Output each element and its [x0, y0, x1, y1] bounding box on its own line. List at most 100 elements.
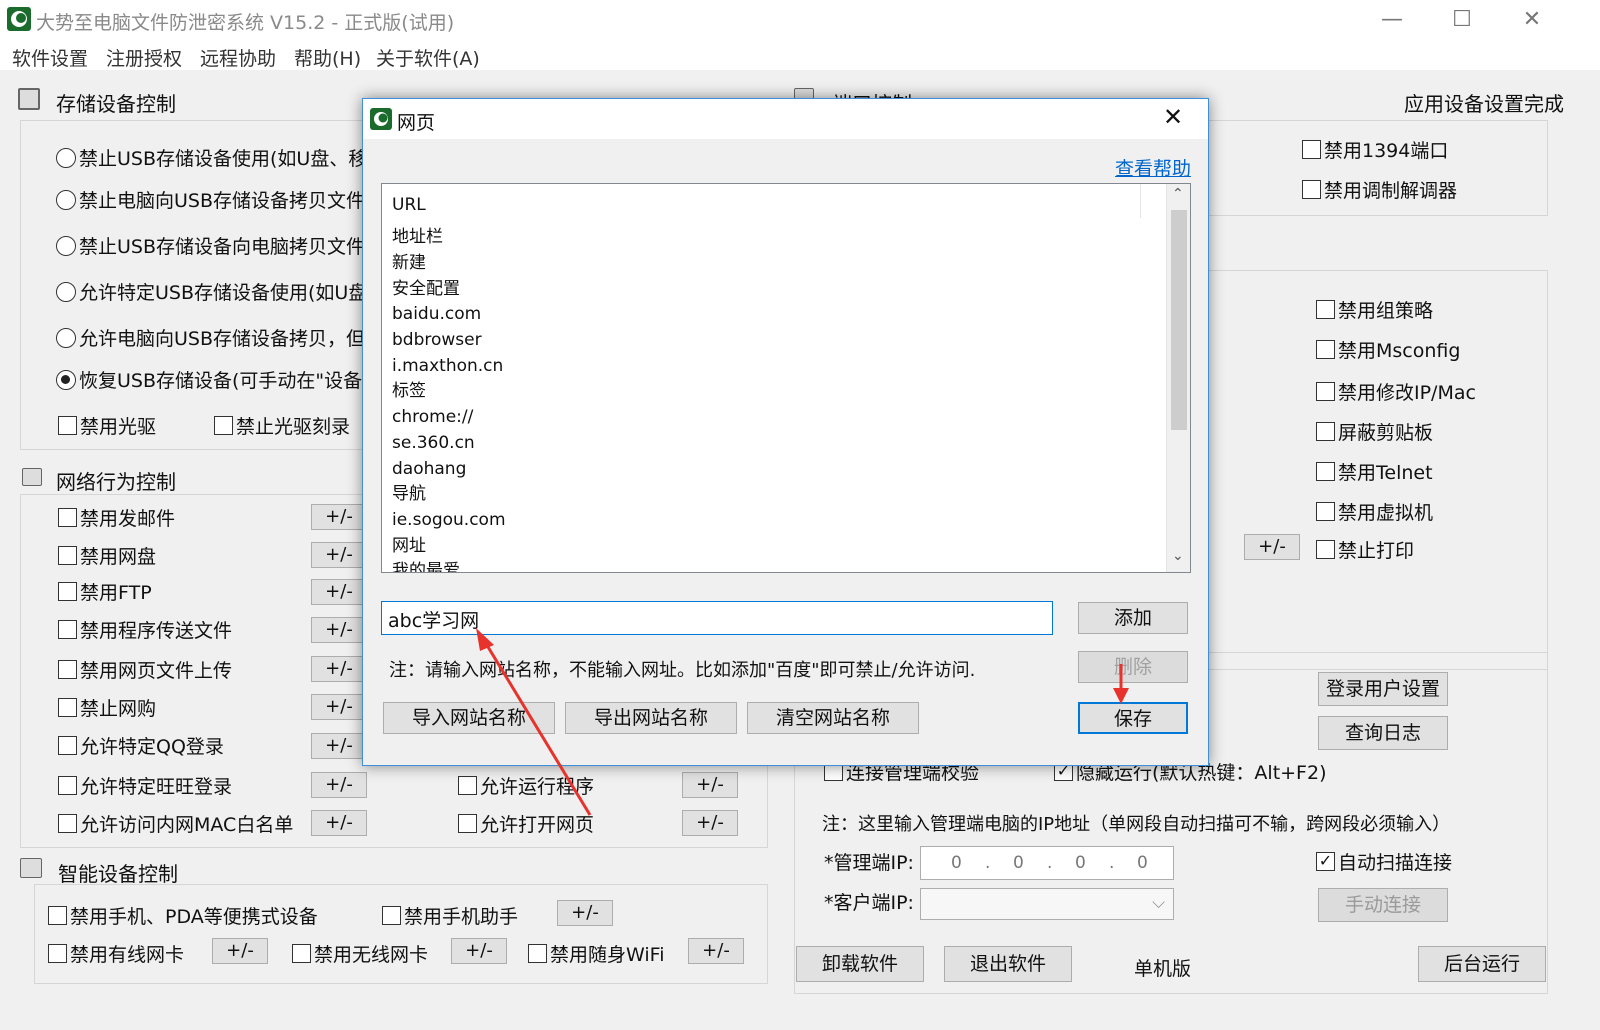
- menu-software-settings[interactable]: 软件设置: [12, 44, 88, 71]
- checkbox[interactable]: [1302, 180, 1321, 199]
- web-upload-settings-button[interactable]: +/-: [311, 656, 367, 682]
- checkbox[interactable]: [58, 660, 77, 679]
- menu-remote-assist[interactable]: 远程协助: [200, 44, 276, 71]
- checkbox-disable-shopping[interactable]: 禁止网购: [58, 694, 156, 721]
- wangwang-settings-button[interactable]: +/-: [311, 772, 367, 798]
- list-item[interactable]: baidu.com: [392, 301, 481, 327]
- netdisk-settings-button[interactable]: +/-: [311, 542, 367, 568]
- mac-whitelist-settings-button[interactable]: +/-: [311, 810, 367, 836]
- radio-restore-usb[interactable]: 恢复USB存储设备(可手动在"设备管: [56, 366, 381, 393]
- phone-helper-settings-button[interactable]: +/-: [557, 900, 613, 926]
- dialog-close-icon[interactable]: ✕: [1163, 103, 1183, 131]
- checkbox-disable-1394[interactable]: 禁用1394端口: [1302, 136, 1448, 163]
- checkbox-disable-phone-helper[interactable]: 禁用手机助手: [382, 902, 518, 929]
- checkbox[interactable]: [58, 582, 77, 601]
- wired-nic-settings-button[interactable]: +/-: [212, 938, 268, 964]
- query-log-button[interactable]: 查询日志: [1318, 716, 1448, 750]
- checkbox-disable-telnet[interactable]: 禁用Telnet: [1316, 458, 1433, 485]
- checkbox-disable-ip-mac[interactable]: 禁用修改IP/Mac: [1316, 378, 1476, 405]
- checkbox-disable-cd[interactable]: 禁用光驱: [58, 412, 156, 439]
- checkbox[interactable]: [1316, 422, 1335, 441]
- shopping-settings-button[interactable]: +/-: [311, 694, 367, 720]
- checkbox-disable-wired-nic[interactable]: 禁用有线网卡: [48, 940, 184, 967]
- menu-register[interactable]: 注册授权: [106, 44, 182, 71]
- website-listbox[interactable]: URL 地址栏 新建 安全配置 baidu.com bdbrowser i.ma…: [381, 183, 1191, 573]
- list-item[interactable]: 标签: [392, 378, 426, 404]
- checkbox-checked[interactable]: ✓: [1316, 852, 1335, 871]
- login-settings-button[interactable]: 登录用户设置: [1318, 672, 1448, 706]
- checkbox[interactable]: [1302, 140, 1321, 159]
- list-item[interactable]: bdbrowser: [392, 327, 482, 353]
- checkbox-disable-email[interactable]: 禁用发邮件: [58, 504, 175, 531]
- radio-block-copy-from-usb[interactable]: 禁止USB存储设备向电脑拷贝文件: [56, 232, 365, 259]
- list-item[interactable]: 导航: [392, 481, 426, 507]
- checkbox[interactable]: [58, 698, 77, 717]
- checkbox[interactable]: [382, 906, 401, 925]
- minimize-button[interactable]: —: [1372, 4, 1412, 36]
- checkbox[interactable]: [48, 944, 67, 963]
- maximize-button[interactable]: ☐: [1442, 4, 1482, 36]
- help-link[interactable]: 查看帮助: [1115, 154, 1191, 181]
- scroll-up-icon[interactable]: ⌃: [1172, 186, 1184, 202]
- print-settings-button[interactable]: +/-: [1244, 534, 1300, 560]
- manual-connect-button[interactable]: 手动连接: [1318, 888, 1448, 922]
- checkbox[interactable]: [58, 736, 77, 755]
- checkbox-disable-web-upload[interactable]: 禁用网页文件上传: [58, 656, 232, 683]
- checkbox[interactable]: [48, 906, 67, 925]
- checkbox[interactable]: [1316, 382, 1335, 401]
- checkbox-disable-ftp[interactable]: 禁用FTP: [58, 578, 152, 605]
- add-button[interactable]: 添加: [1078, 602, 1188, 634]
- client-ip-select[interactable]: ⌵: [920, 888, 1174, 920]
- background-run-button[interactable]: 后台运行: [1418, 946, 1546, 982]
- radio-block-copy-to-usb[interactable]: 禁止电脑向USB存储设备拷贝文件: [56, 186, 365, 213]
- radio-allow-specific-usb[interactable]: 允许特定USB存储设备使用(如U盘、: [56, 278, 386, 305]
- checkbox-auto-scan[interactable]: ✓ 自动扫描连接: [1316, 848, 1452, 875]
- portable-wifi-settings-button[interactable]: +/-: [688, 938, 744, 964]
- program-transfer-settings-button[interactable]: +/-: [311, 617, 367, 643]
- uninstall-button[interactable]: 卸载软件: [796, 946, 924, 982]
- checkbox-allow-mac-whitelist[interactable]: 允许访问内网MAC白名单: [58, 810, 293, 837]
- checkbox[interactable]: [1316, 340, 1335, 359]
- checkbox-disable-wireless-nic[interactable]: 禁用无线网卡: [292, 940, 428, 967]
- checkbox[interactable]: [528, 944, 547, 963]
- allow-web-settings-button[interactable]: +/-: [682, 810, 738, 836]
- checkbox[interactable]: [292, 944, 311, 963]
- checkbox-allow-qq[interactable]: 允许特定QQ登录: [58, 732, 224, 759]
- radio-button-selected[interactable]: [56, 369, 76, 390]
- radio-button[interactable]: [56, 281, 76, 302]
- checkbox[interactable]: [1316, 540, 1335, 559]
- list-item[interactable]: 网址: [392, 533, 426, 559]
- list-item[interactable]: 地址栏: [392, 224, 443, 250]
- checkbox-allow-web[interactable]: 允许打开网页: [458, 810, 594, 837]
- checkbox-block-clipboard[interactable]: 屏蔽剪贴板: [1316, 418, 1433, 445]
- checkbox-disable-netdisk[interactable]: 禁用网盘: [58, 542, 156, 569]
- radio-button[interactable]: [56, 327, 76, 348]
- checkbox-allow-wangwang[interactable]: 允许特定旺旺登录: [58, 772, 232, 799]
- checkbox[interactable]: [214, 416, 233, 435]
- checkbox-disable-vm[interactable]: 禁用虚拟机: [1316, 498, 1433, 525]
- checkbox-disable-phone[interactable]: 禁用手机、PDA等便携式设备: [48, 902, 318, 929]
- qq-settings-button[interactable]: +/-: [311, 733, 367, 759]
- allow-program-settings-button[interactable]: +/-: [682, 772, 738, 798]
- scroll-down-icon[interactable]: ⌄: [1172, 548, 1184, 564]
- checkbox-disable-portable-wifi[interactable]: 禁用随身WiFi: [528, 940, 664, 967]
- checkbox[interactable]: [58, 416, 77, 435]
- checkbox[interactable]: [58, 546, 77, 565]
- list-item[interactable]: i.maxthon.cn: [392, 353, 503, 379]
- checkbox[interactable]: [458, 776, 477, 795]
- save-button[interactable]: 保存: [1078, 702, 1188, 734]
- exit-button[interactable]: 退出软件: [944, 946, 1072, 982]
- list-item[interactable]: se.360.cn: [392, 430, 475, 456]
- admin-ip-input[interactable]: 0 . 0 . 0 . 0: [920, 846, 1174, 880]
- checkbox-disable-modem[interactable]: 禁用调制解调器: [1302, 176, 1457, 203]
- menu-about[interactable]: 关于软件(A): [376, 44, 480, 71]
- checkbox-disable-msconfig[interactable]: 禁用Msconfig: [1316, 336, 1460, 363]
- menu-help[interactable]: 帮助(H): [294, 44, 361, 71]
- radio-allow-copy-to-usb[interactable]: 允许电脑向USB存储设备拷贝，但必: [56, 324, 384, 351]
- import-button[interactable]: 导入网站名称: [383, 702, 555, 734]
- ftp-settings-button[interactable]: +/-: [311, 579, 367, 605]
- checkbox-disable-gpedit[interactable]: 禁用组策略: [1316, 296, 1433, 323]
- list-item[interactable]: ie.sogou.com: [392, 507, 506, 533]
- export-button[interactable]: 导出网站名称: [565, 702, 737, 734]
- list-item[interactable]: daohang: [392, 456, 466, 482]
